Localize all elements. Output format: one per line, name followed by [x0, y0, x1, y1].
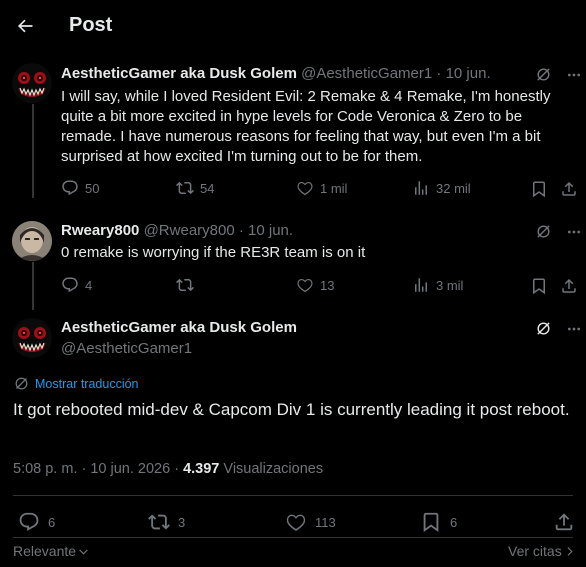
grok-icon[interactable]: [535, 223, 552, 240]
view-count: 4.397: [183, 461, 220, 477]
like-button[interactable]: 1 mil: [296, 179, 347, 197]
avatar[interactable]: [12, 318, 52, 358]
show-translation-link[interactable]: Mostrar traducción: [14, 376, 139, 391]
like-button[interactable]: 113: [285, 511, 336, 533]
reply-icon: [62, 277, 78, 293]
repost-button[interactable]: 54: [176, 179, 214, 197]
back-button[interactable]: [12, 13, 38, 39]
views-button[interactable]: 32 mil: [412, 179, 471, 197]
repost-icon: [176, 278, 194, 292]
reply-count: 50: [85, 180, 100, 196]
view-quotes-link[interactable]: Ver citas: [508, 543, 575, 559]
user-photo-avatar-icon: [12, 221, 52, 261]
view-quotes-label: Ver citas: [508, 543, 562, 559]
repost-icon: [148, 514, 170, 530]
page-title: Post: [69, 14, 113, 36]
separator-dot: ·: [238, 222, 244, 239]
repost-button[interactable]: 3: [148, 511, 185, 533]
display-name[interactable]: AestheticGamer aka Dusk Golem: [61, 319, 297, 336]
divider: [13, 495, 573, 496]
translate-globe-icon: [15, 377, 28, 390]
separator-dot: ·: [436, 65, 442, 82]
handle[interactable]: @Rweary800: [144, 222, 235, 239]
bookmark-button[interactable]: 6: [420, 511, 457, 533]
like-count: 113: [315, 514, 336, 530]
like-count: 1 mil: [320, 180, 348, 196]
post-date[interactable]: 10 jun.: [248, 222, 293, 239]
reply-count: 6: [48, 514, 56, 530]
divider: [13, 537, 573, 538]
heart-icon: [297, 278, 313, 293]
post-time[interactable]: 5:08 p. m. · 10 jun. 2026 ·: [13, 461, 183, 477]
more-options-icon[interactable]: [566, 224, 582, 240]
monster-face-avatar-icon: [12, 63, 52, 103]
share-icon[interactable]: [560, 277, 578, 295]
display-name[interactable]: Rweary800: [61, 222, 139, 239]
post-date[interactable]: 10 jun.: [446, 65, 491, 82]
monster-face-avatar-icon: [12, 318, 52, 358]
handle[interactable]: @AestheticGamer1: [61, 340, 192, 357]
repost-count: 54: [200, 180, 215, 196]
sort-replies-dropdown[interactable]: Relevante: [13, 543, 89, 559]
chevron-down-icon: [79, 548, 88, 555]
grok-icon[interactable]: [535, 320, 552, 337]
repost-count: 3: [178, 514, 186, 530]
bookmark-icon[interactable]: [530, 180, 548, 198]
reply-button[interactable]: 50: [61, 179, 99, 197]
bookmark-icon: [423, 512, 439, 533]
reply-icon: [62, 180, 78, 196]
view-count: 32 mil: [436, 180, 471, 196]
like-count: 13: [320, 277, 335, 293]
tweet-author-line: AestheticGamer aka Dusk Golem @Aesthetic…: [61, 65, 491, 82]
analytics-icon: [415, 181, 427, 195]
handle[interactable]: @AestheticGamer1: [301, 65, 432, 82]
post-corner-actions: [535, 320, 582, 337]
like-button[interactable]: 13: [296, 276, 334, 294]
tweet-text: 0 remake is worrying if the RE3R team is…: [61, 244, 366, 261]
share-icon[interactable]: [560, 180, 578, 198]
repost-icon: [176, 181, 194, 195]
avatar[interactable]: [12, 63, 52, 103]
bookmark-icon[interactable]: [530, 277, 548, 295]
reply-count: 4: [85, 277, 93, 293]
main-post-text: It got rebooted mid-dev & Capcom Div 1 i…: [13, 400, 570, 419]
post-timestamp: 5:08 p. m. · 10 jun. 2026 · 4.397 Visual…: [13, 461, 323, 477]
reply-button[interactable]: 4: [61, 276, 92, 294]
view-count: 3 mil: [436, 277, 464, 293]
views-label: Visualizaciones: [219, 461, 324, 477]
display-name[interactable]: AestheticGamer aka Dusk Golem: [61, 65, 297, 82]
more-options-icon[interactable]: [566, 321, 582, 337]
bookmark-count: 6: [450, 514, 458, 530]
more-options-icon[interactable]: [566, 67, 582, 83]
views-button[interactable]: 3 mil: [412, 276, 463, 294]
heart-icon: [286, 514, 306, 531]
arrow-left-icon: [17, 19, 33, 33]
tweet-author-line: Rweary800 @Rweary800 · 10 jun.: [61, 222, 293, 239]
sort-label: Relevante: [13, 543, 77, 559]
show-translation-label[interactable]: Mostrar traducción: [35, 377, 139, 391]
tweet-text: I will say, while I loved Resident Evil:…: [61, 88, 551, 165]
thread-connector-line: [32, 262, 34, 310]
post-corner-actions: [535, 223, 582, 240]
analytics-icon: [415, 278, 427, 292]
share-icon[interactable]: [553, 511, 575, 533]
post-corner-actions: [535, 66, 582, 83]
grok-icon[interactable]: [535, 66, 552, 83]
reply-button[interactable]: 6: [18, 511, 55, 533]
top-bar: Post: [0, 0, 586, 53]
heart-icon: [297, 181, 313, 196]
repost-button[interactable]: [176, 276, 200, 294]
avatar[interactable]: [12, 221, 52, 261]
chevron-right-icon: [567, 546, 573, 556]
thread-connector-line: [32, 104, 34, 198]
reply-icon: [19, 512, 39, 531]
